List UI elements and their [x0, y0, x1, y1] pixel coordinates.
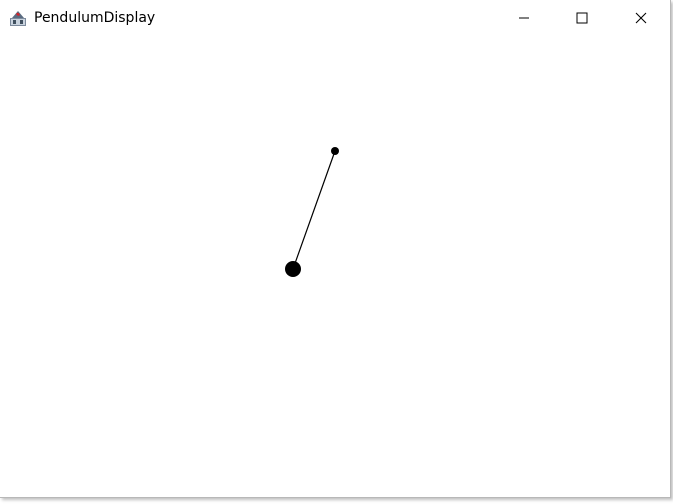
- pendulum-rod: [292, 150, 336, 270]
- close-button[interactable]: [612, 0, 670, 36]
- minimize-icon: [518, 9, 530, 28]
- app-window: PendulumDisplay: [0, 0, 671, 498]
- minimize-button[interactable]: [495, 0, 553, 36]
- maximize-button[interactable]: [553, 0, 611, 36]
- window-title: PendulumDisplay: [34, 10, 156, 26]
- pendulum-bob: [285, 261, 301, 277]
- close-icon: [635, 9, 647, 28]
- pendulum-canvas: [0, 36, 670, 497]
- title-bar[interactable]: PendulumDisplay: [0, 0, 670, 36]
- pendulum-drawing: [285, 147, 339, 277]
- java-app-icon[interactable]: [9, 9, 27, 27]
- pendulum-pivot: [331, 147, 339, 155]
- maximize-icon: [576, 9, 588, 28]
